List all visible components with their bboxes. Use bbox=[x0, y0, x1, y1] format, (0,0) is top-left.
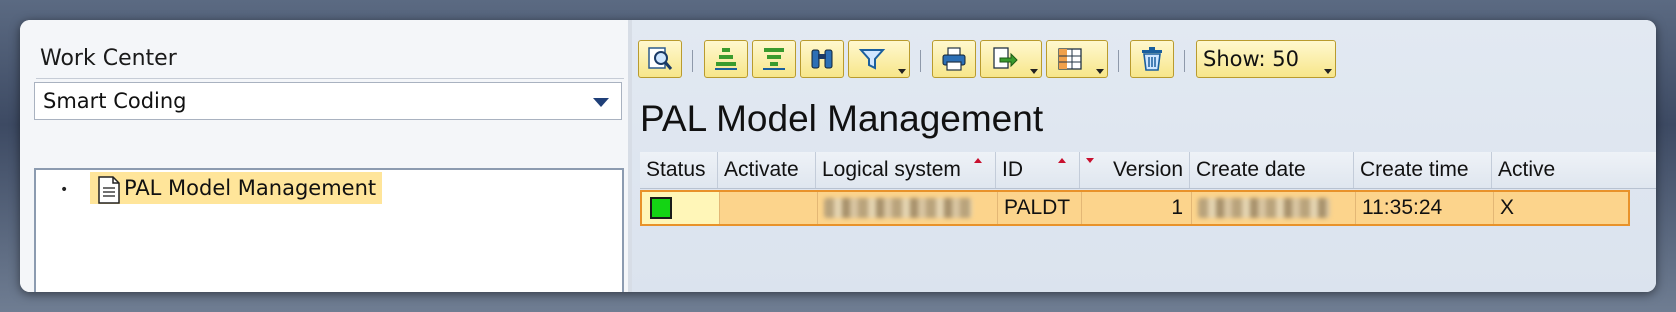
redacted-value bbox=[824, 198, 972, 218]
chevron-down-icon bbox=[593, 98, 609, 107]
column-header-label: Logical system bbox=[822, 158, 961, 181]
cell-create-time: 11:35:24 bbox=[1356, 192, 1494, 224]
show-rows-dropdown[interactable]: Show: 50 bbox=[1196, 40, 1336, 78]
toolbar-separator bbox=[920, 50, 921, 72]
document-icon bbox=[98, 176, 120, 204]
redacted-value bbox=[1198, 198, 1330, 218]
status-green-light-icon bbox=[650, 197, 672, 219]
toolbar-separator bbox=[1184, 50, 1185, 72]
layout-icon bbox=[1058, 48, 1082, 70]
work-center-dropdown[interactable]: Smart Coding bbox=[34, 82, 622, 120]
column-header-create-date[interactable]: Create date bbox=[1190, 152, 1354, 188]
column-header-id[interactable]: ID bbox=[996, 152, 1080, 188]
export-button[interactable] bbox=[980, 40, 1042, 78]
divider bbox=[36, 78, 624, 79]
details-magnifier-icon bbox=[648, 47, 673, 70]
details-button[interactable] bbox=[638, 40, 682, 78]
binoculars-find-icon bbox=[811, 49, 833, 69]
sort-ascending-button[interactable] bbox=[704, 40, 748, 78]
column-header-logical-system[interactable]: Logical system bbox=[816, 152, 996, 188]
export-icon bbox=[993, 47, 1018, 69]
grid-header: Status Activate Logical system ID Versio… bbox=[640, 152, 1656, 189]
dropdown-arrow-icon bbox=[1324, 69, 1332, 74]
cell-create-date bbox=[1192, 192, 1356, 224]
sort-ascending-indicator-icon bbox=[974, 158, 982, 163]
column-header-version[interactable]: Version bbox=[1080, 152, 1190, 188]
print-icon bbox=[942, 47, 966, 71]
column-header-label: ID bbox=[1002, 158, 1023, 181]
navigation-tree: • PAL Model Management bbox=[34, 168, 624, 292]
print-button[interactable] bbox=[932, 40, 976, 78]
delete-trash-icon bbox=[1142, 47, 1162, 71]
table-row[interactable]: PALDT 1 11:35:24 X bbox=[640, 190, 1630, 226]
cell-id: PALDT bbox=[998, 192, 1082, 224]
sort-descending-icon bbox=[763, 48, 785, 70]
column-header-status[interactable]: Status bbox=[640, 152, 718, 188]
tree-item-pal-model-management[interactable]: PAL Model Management bbox=[90, 172, 383, 204]
layout-button[interactable] bbox=[1046, 40, 1108, 78]
show-rows-label: Show: 50 bbox=[1203, 47, 1299, 71]
sort-ascending-indicator-icon bbox=[1058, 158, 1066, 163]
filter-button[interactable] bbox=[848, 40, 910, 78]
page-title: PAL Model Management bbox=[640, 98, 1044, 139]
cell-version: 1 bbox=[1082, 192, 1192, 224]
cell-logical-system bbox=[818, 192, 998, 224]
column-header-activate[interactable]: Activate bbox=[718, 152, 816, 188]
sort-descending-button[interactable] bbox=[752, 40, 796, 78]
cell-activate[interactable] bbox=[720, 192, 818, 224]
column-header-create-time[interactable]: Create time bbox=[1354, 152, 1492, 188]
main-content-pane: Show: 50 PAL Model Management Status Act… bbox=[632, 20, 1656, 292]
column-header-label: Version bbox=[1112, 158, 1183, 181]
sort-ascending-icon bbox=[715, 48, 737, 70]
tree-item-label: PAL Model Management bbox=[124, 176, 377, 200]
find-button[interactable] bbox=[800, 40, 844, 78]
work-center-pane: Work Center Smart Coding • PAL Model Man… bbox=[20, 20, 628, 292]
alv-toolbar: Show: 50 bbox=[632, 38, 1656, 86]
work-center-label: Work Center bbox=[40, 46, 177, 71]
toolbar-separator bbox=[692, 50, 693, 72]
toolbar-separator bbox=[1118, 50, 1119, 72]
work-center-selected-value: Smart Coding bbox=[43, 89, 187, 113]
column-header-active[interactable]: Active bbox=[1492, 152, 1630, 188]
cell-status bbox=[642, 192, 720, 224]
filter-icon bbox=[858, 49, 886, 70]
dropdown-arrow-icon bbox=[1030, 69, 1038, 74]
dropdown-arrow-icon bbox=[898, 69, 906, 74]
delete-button[interactable] bbox=[1130, 40, 1174, 78]
dropdown-arrow-icon bbox=[1096, 69, 1104, 74]
sort-descending-indicator-icon bbox=[1086, 158, 1094, 163]
tree-bullet-icon: • bbox=[60, 182, 69, 198]
sap-window: Work Center Smart Coding • PAL Model Man… bbox=[20, 20, 1656, 292]
cell-active: X bbox=[1500, 196, 1515, 219]
